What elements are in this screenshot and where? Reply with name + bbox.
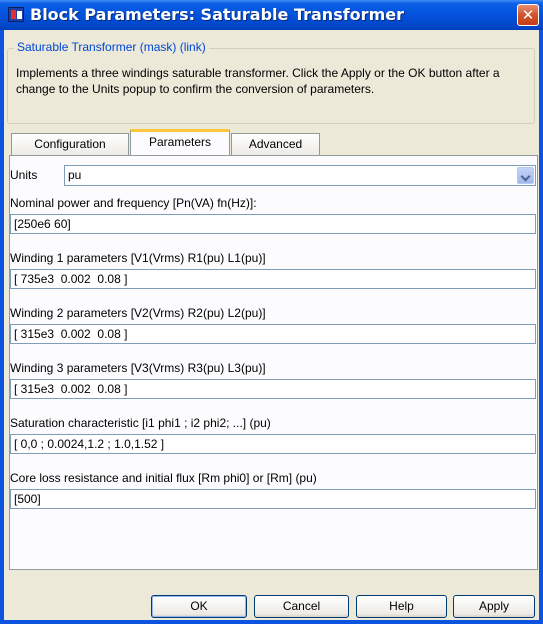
group-legend: Saturable Transformer (mask) (link) [14,40,209,54]
winding3-label: Winding 3 parameters [V3(Vrms) R3(pu) L3… [10,361,266,375]
close-icon: ✕ [521,6,535,24]
help-button[interactable]: Help [356,595,447,618]
units-selected-value: pu [68,168,82,182]
saturation-input[interactable] [10,434,536,454]
winding2-input[interactable] [10,324,536,344]
tab-advanced[interactable]: Advanced [231,133,320,155]
core-loss-label: Core loss resistance and initial flux [R… [10,471,317,485]
window-title: Block Parameters: Saturable Transformer [30,5,404,24]
dialog-client-area: Saturable Transformer (mask) (link) Impl… [4,30,539,620]
chevron-down-icon[interactable] [517,167,534,184]
close-button[interactable]: ✕ [517,4,539,26]
ok-button[interactable]: OK [151,595,247,618]
winding3-input[interactable] [10,379,536,399]
block-parameters-dialog: Block Parameters: Saturable Transformer … [0,0,543,624]
winding1-label: Winding 1 parameters [V1(Vrms) R1(pu) L1… [10,251,266,265]
winding1-input[interactable] [10,269,536,289]
cancel-button[interactable]: Cancel [254,595,349,618]
simulink-block-icon [8,7,24,22]
units-dropdown[interactable]: pu [64,165,536,186]
block-description: Implements a three windings saturable tr… [16,66,500,96]
apply-button[interactable]: Apply [453,595,535,618]
tab-parameters[interactable]: Parameters [130,129,230,155]
units-label: Units [10,168,38,182]
title-bar[interactable]: Block Parameters: Saturable Transformer … [0,0,543,30]
saturation-label: Saturation characteristic [i1 phi1 ; i2 … [10,416,271,430]
nominal-power-label: Nominal power and frequency [Pn(VA) fn(H… [10,196,257,210]
core-loss-input[interactable] [10,489,536,509]
nominal-power-input[interactable] [10,214,536,234]
winding2-label: Winding 2 parameters [V2(Vrms) R2(pu) L2… [10,306,266,320]
tab-configuration[interactable]: Configuration [11,133,129,155]
